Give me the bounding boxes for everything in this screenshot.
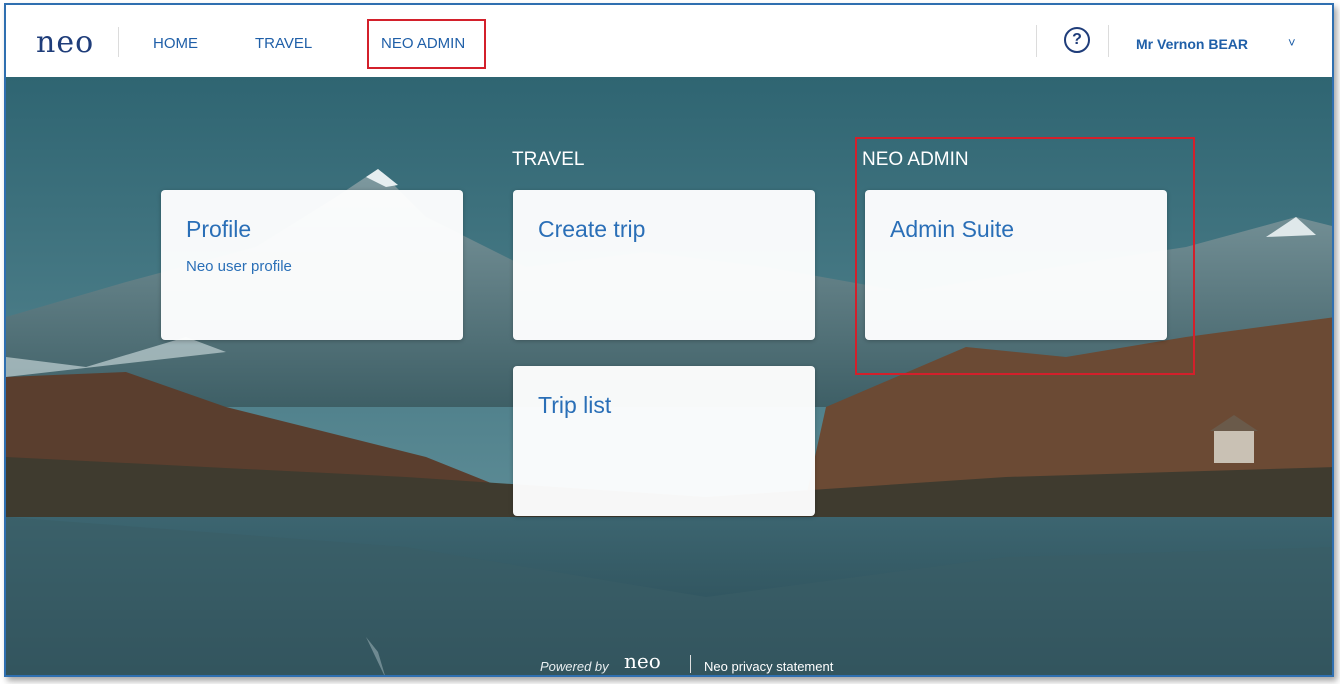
hero-background: TRAVEL NEO ADMIN Profile Neo user profil… — [6, 77, 1332, 675]
footer-divider — [690, 655, 691, 673]
app-window: neo HOME TRAVEL NEO ADMIN ? Mr Vernon BE… — [4, 3, 1334, 677]
powered-by-text: Powered by — [540, 659, 609, 674]
nav-travel[interactable]: TRAVEL — [255, 35, 312, 52]
footer-neo-logo: neo — [624, 649, 661, 673]
chevron-down-icon[interactable]: ˅ — [1288, 35, 1296, 50]
trip-list-card[interactable]: Trip list — [513, 366, 815, 516]
create-trip-card-title: Create trip — [538, 216, 646, 242]
user-menu-name[interactable]: Mr Vernon BEAR — [1136, 36, 1248, 52]
profile-card-subtitle: Neo user profile — [186, 258, 292, 275]
logo-divider — [118, 27, 119, 57]
nav-home[interactable]: HOME — [153, 35, 198, 52]
trip-list-card-title: Trip list — [538, 392, 612, 418]
help-divider-right — [1108, 25, 1109, 57]
neo-logo[interactable]: neo — [36, 25, 94, 60]
help-divider-left — [1036, 25, 1037, 57]
profile-card[interactable]: Profile Neo user profile — [161, 190, 463, 340]
top-navbar: neo HOME TRAVEL NEO ADMIN ? Mr Vernon BE… — [6, 5, 1332, 77]
section-label-travel: TRAVEL — [512, 149, 585, 170]
create-trip-card[interactable]: Create trip — [513, 190, 815, 340]
privacy-statement-link[interactable]: Neo privacy statement — [704, 659, 833, 674]
nav-neo-admin-highlight — [367, 19, 486, 69]
admin-section-highlight — [855, 137, 1195, 375]
profile-card-title: Profile — [186, 216, 252, 242]
help-circle-icon[interactable]: ? — [1064, 27, 1090, 53]
footer: Powered by neo Neo privacy statement — [6, 649, 1332, 675]
